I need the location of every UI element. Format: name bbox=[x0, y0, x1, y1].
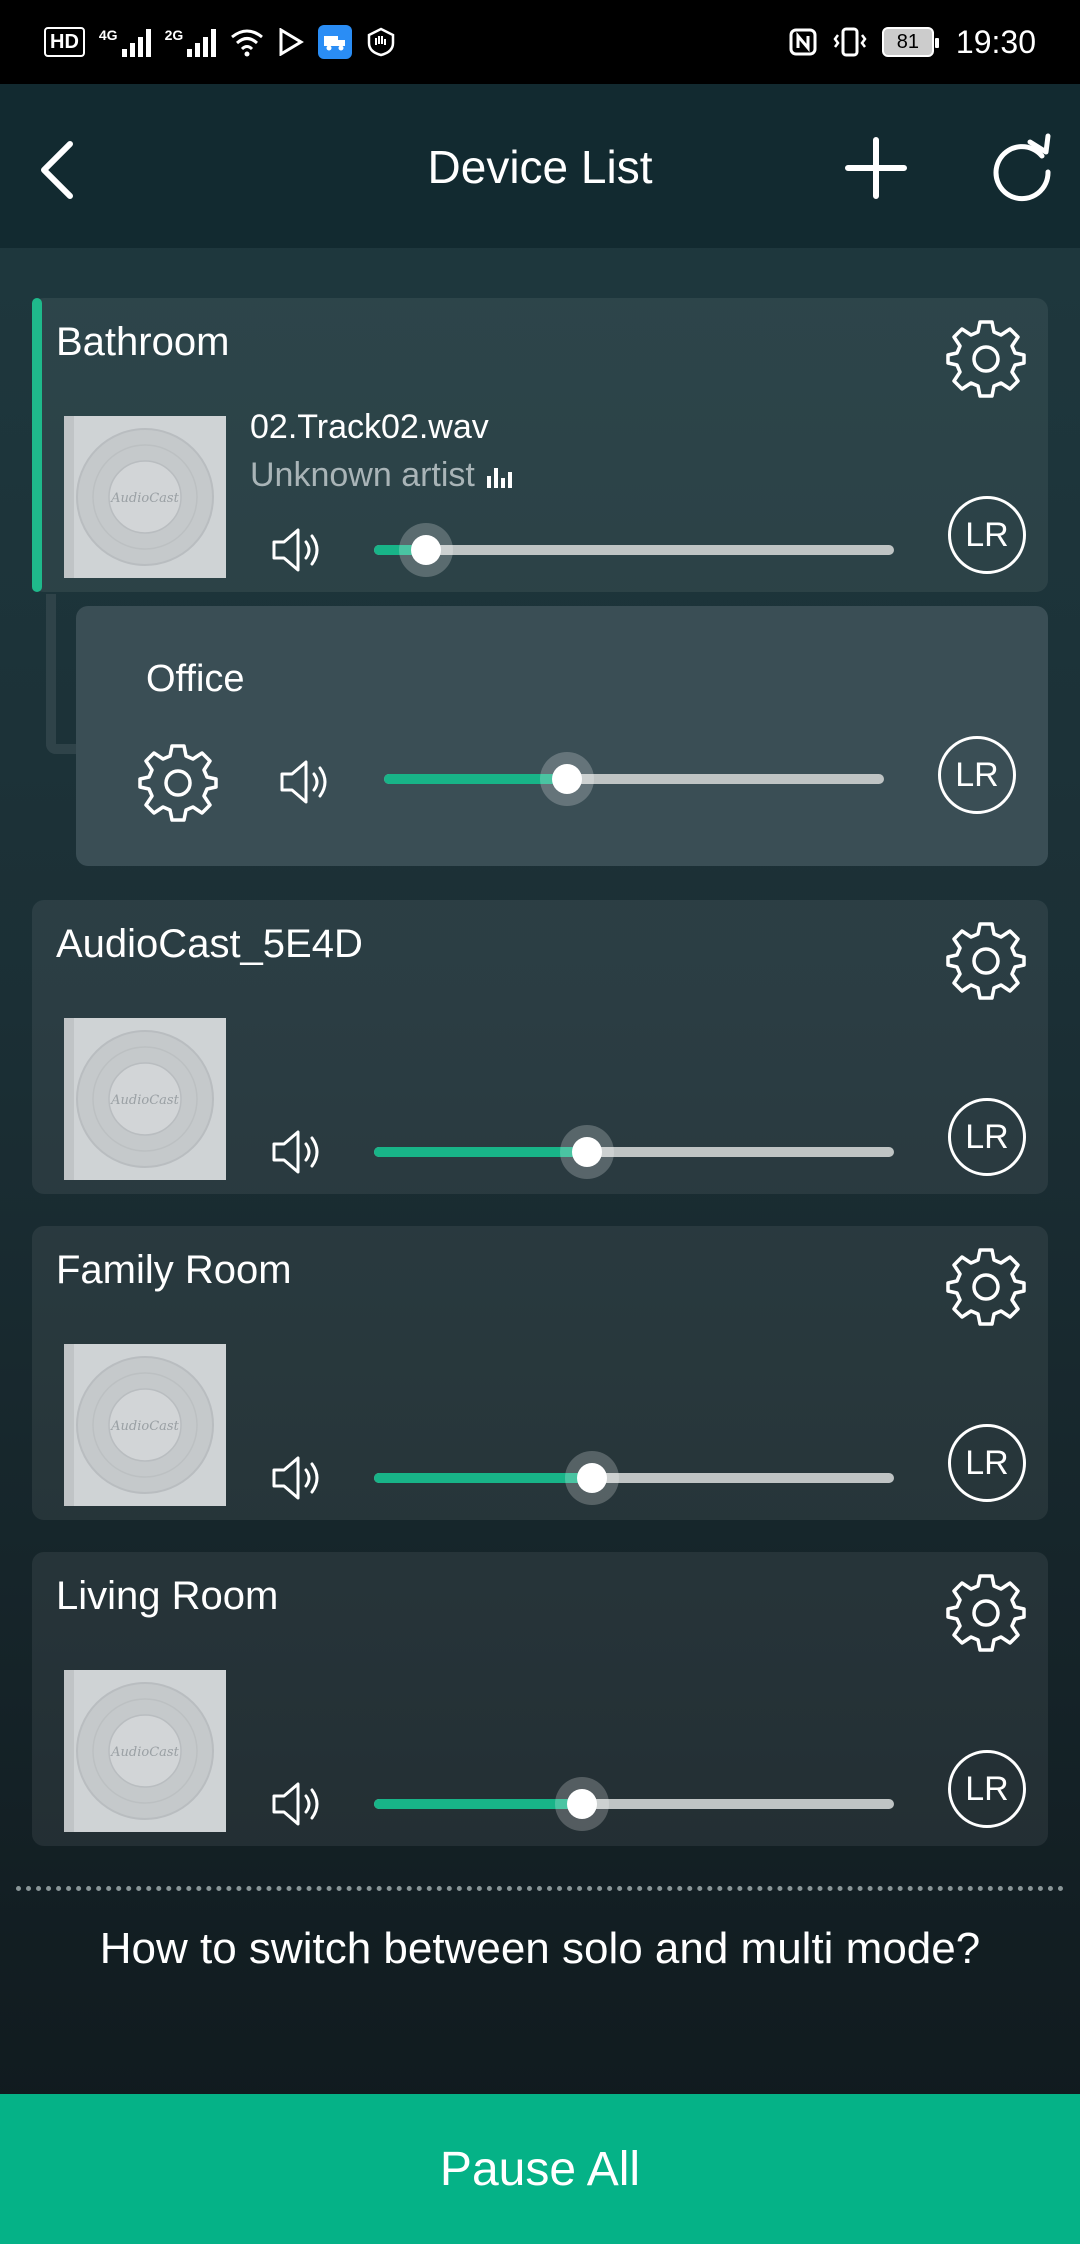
hand-shield-icon bbox=[368, 27, 395, 57]
divider bbox=[16, 1886, 1064, 1891]
active-indicator bbox=[32, 298, 42, 592]
volume-slider[interactable] bbox=[384, 752, 884, 806]
status-bar: HD 4G 2G 81 19:30 bbox=[0, 0, 1080, 84]
wifi-icon bbox=[231, 29, 264, 57]
settings-gear-icon[interactable] bbox=[944, 918, 1028, 1002]
device-name: Family Room bbox=[56, 1248, 292, 1292]
grouped-device-card-office[interactable]: Office LR bbox=[76, 606, 1048, 866]
network-4g-label: 4G bbox=[98, 27, 118, 43]
lr-channel-button[interactable]: LR bbox=[948, 1098, 1026, 1176]
track-title: 02.Track02.wav bbox=[250, 408, 489, 446]
volume-icon[interactable] bbox=[276, 752, 336, 812]
settings-gear-icon[interactable] bbox=[944, 316, 1028, 400]
signal-icon bbox=[121, 27, 151, 57]
refresh-button[interactable] bbox=[986, 132, 1058, 204]
lr-channel-button[interactable]: LR bbox=[948, 1424, 1026, 1502]
volume-icon[interactable] bbox=[268, 520, 328, 580]
volume-slider-knob[interactable] bbox=[399, 523, 453, 577]
hd-indicator: HD bbox=[44, 27, 85, 57]
volume-slider-knob[interactable] bbox=[560, 1125, 615, 1179]
album-art: AudioCast bbox=[64, 1344, 226, 1506]
volume-slider-knob[interactable] bbox=[539, 752, 594, 806]
volume-slider[interactable] bbox=[374, 523, 894, 577]
device-card-audiocast[interactable]: AudioCast_5E4D AudioCast LR bbox=[32, 900, 1048, 1194]
volume-slider-fill bbox=[374, 1473, 593, 1483]
album-art: AudioCast bbox=[64, 416, 226, 578]
volume-slider-fill bbox=[374, 1799, 582, 1809]
album-logo-text: AudioCast bbox=[110, 491, 179, 506]
clock: 19:30 bbox=[955, 23, 1036, 60]
album-art: AudioCast bbox=[64, 1018, 226, 1180]
lr-channel-button[interactable]: LR bbox=[948, 496, 1026, 574]
settings-gear-icon[interactable] bbox=[944, 1244, 1028, 1328]
lr-channel-button[interactable]: LR bbox=[948, 1750, 1026, 1828]
delivery-app-icon bbox=[318, 25, 353, 59]
pause-all-button[interactable]: Pause All bbox=[0, 2094, 1080, 2244]
vibrate-icon bbox=[833, 27, 867, 57]
status-right: 81 19:30 bbox=[788, 24, 1036, 61]
device-name: AudioCast_5E4D bbox=[56, 922, 363, 966]
volume-slider[interactable] bbox=[374, 1125, 894, 1179]
lr-channel-button[interactable]: LR bbox=[938, 736, 1016, 814]
album-art: AudioCast bbox=[64, 1670, 226, 1832]
album-logo-text: AudioCast bbox=[110, 1745, 179, 1760]
solo-multi-help-link[interactable]: How to switch between solo and multi mod… bbox=[0, 1924, 1080, 1974]
play-store-icon bbox=[279, 28, 305, 56]
volume-slider-knob[interactable] bbox=[565, 1451, 620, 1505]
add-device-button[interactable] bbox=[840, 132, 912, 204]
app-header: Device List bbox=[0, 84, 1080, 248]
equalizer-icon bbox=[486, 467, 512, 488]
device-name: Living Room bbox=[56, 1574, 279, 1618]
volume-slider-knob[interactable] bbox=[555, 1777, 609, 1831]
volume-icon[interactable] bbox=[268, 1448, 328, 1508]
settings-gear-icon[interactable] bbox=[944, 1570, 1028, 1654]
device-card-bathroom[interactable]: Bathroom AudioCast 02.Track02.wav Unknow… bbox=[32, 298, 1048, 592]
device-card-family-room[interactable]: Family Room AudioCast LR bbox=[32, 1226, 1048, 1520]
track-artist: Unknown artist bbox=[250, 456, 513, 495]
nfc-icon bbox=[789, 28, 817, 56]
network-2g-label: 2G bbox=[164, 27, 184, 43]
device-card-living-room[interactable]: Living Room AudioCast LR bbox=[32, 1552, 1048, 1846]
album-logo-text: AudioCast bbox=[110, 1093, 179, 1108]
grouped-device-name: Office bbox=[146, 658, 245, 700]
track-artist-label: Unknown artist bbox=[250, 456, 475, 494]
battery-indicator: 81 bbox=[881, 27, 939, 57]
device-name: Bathroom bbox=[56, 320, 230, 364]
volume-icon[interactable] bbox=[268, 1122, 328, 1182]
volume-slider[interactable] bbox=[374, 1777, 894, 1831]
page-title: Device List bbox=[427, 141, 653, 193]
volume-slider-fill bbox=[374, 1147, 588, 1157]
settings-gear-icon[interactable] bbox=[136, 740, 220, 824]
volume-icon[interactable] bbox=[268, 1774, 328, 1834]
status-left: HD 4G 2G bbox=[44, 25, 396, 59]
signal-icon-2 bbox=[187, 27, 217, 57]
album-logo-text: AudioCast bbox=[110, 1419, 179, 1434]
volume-slider[interactable] bbox=[374, 1451, 894, 1505]
